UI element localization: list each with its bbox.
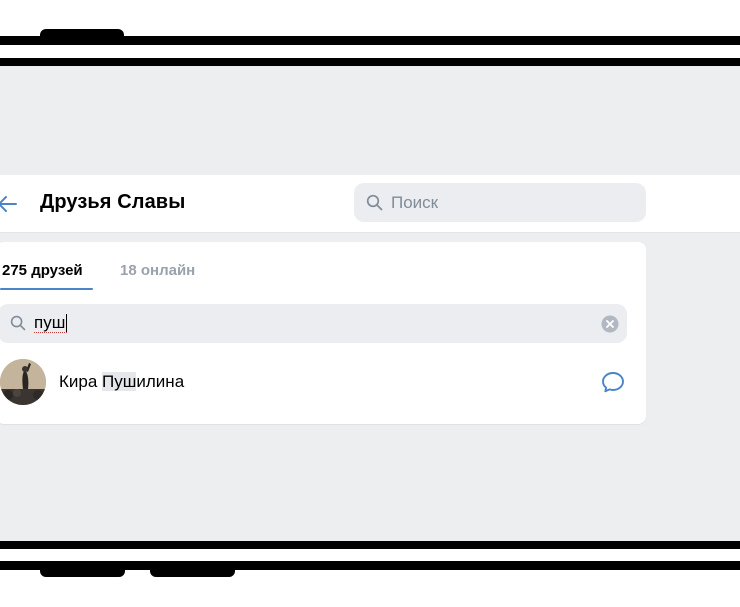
friends-filter-input[interactable]: пуш: [0, 304, 627, 343]
frame-top-bar-outer: [0, 36, 740, 45]
friends-tabs: 275 друзей 18 онлайн: [0, 242, 646, 292]
text-caret: [66, 314, 68, 332]
message-icon[interactable]: [601, 371, 625, 393]
avatar-photo: [0, 359, 46, 405]
page-header: Друзья Славы Поиск: [0, 175, 740, 233]
search-icon: [10, 315, 26, 331]
avatar[interactable]: [0, 359, 46, 405]
frame-bottom-bar-inner: [0, 541, 740, 549]
search-icon: [366, 194, 383, 211]
filter-value: пуш: [34, 313, 68, 333]
frame-bottom-tab-right: [150, 563, 235, 577]
tab-online-friends[interactable]: 18 онлайн: [120, 262, 195, 279]
search-placeholder: Поиск: [391, 193, 439, 212]
page-title: Друзья Славы: [40, 191, 186, 213]
list-item[interactable]: Кира Пушилина: [0, 352, 646, 410]
tab-all-friends[interactable]: 275 друзей: [2, 262, 83, 279]
friends-card: 275 друзей 18 онлайн пуш Кира Пушилина: [0, 242, 646, 424]
header-search-input[interactable]: Поиск: [354, 183, 646, 222]
clear-icon[interactable]: [601, 315, 619, 333]
friend-name[interactable]: Кира Пушилина: [59, 372, 184, 392]
arrow-left-icon[interactable]: [0, 194, 18, 214]
search-match-highlight: Пуш: [102, 372, 137, 391]
active-tab-indicator: [0, 288, 93, 290]
frame-bottom-tab-left: [40, 563, 125, 577]
frame-top-bar-inner: [0, 58, 740, 66]
